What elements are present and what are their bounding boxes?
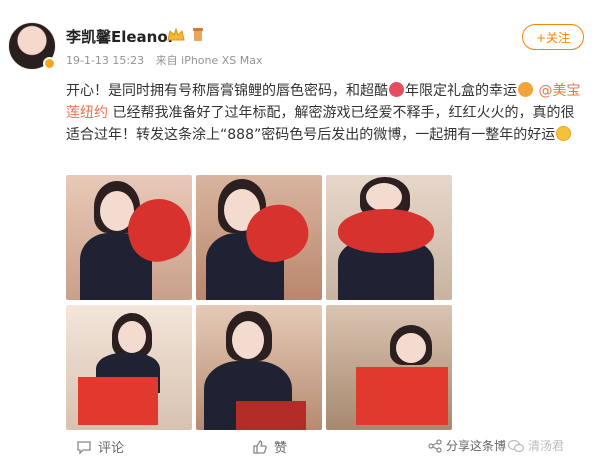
watermark-text: 清汤君 [528,439,565,453]
comment-button[interactable]: 评论 [76,437,124,456]
photo-thumbnail[interactable] [66,305,192,430]
wechat-icon [508,439,524,452]
post-text: 开心！是同时拥有号称唇膏锦鲤的唇色密码，和超酷 年限定礼盒的幸运 @美宝莲纽约 已… [66,80,588,146]
thumbs-up-icon [253,439,267,454]
like-button[interactable]: 赞 [252,437,287,456]
hat-emoji-icon [518,82,533,97]
post-text-part1: 开心！是同时拥有号称唇膏锦鲤的唇色密码，和超酷 [66,83,388,99]
post-text-part3: 已经帮我准备好了过年标配，解密游戏已经爱不释手，红红火火的，真的很适合过年！转发… [66,105,575,143]
username[interactable]: 李凯馨Eleanor [66,26,175,47]
share-icon [428,438,442,453]
bull-emoji-icon [389,82,404,97]
follow-button[interactable]: +关注 [522,24,584,50]
post-source: 来自 iPhone XS Max [155,54,263,67]
photo-thumbnail[interactable] [66,175,192,300]
photo-thumbnail[interactable] [196,305,322,430]
share-label: 分享这条博 [446,439,507,453]
post-time[interactable]: 19-1-13 15:23 [66,54,144,67]
comment-icon [77,440,91,455]
verified-badge-icon [43,57,56,70]
photo-thumbnail[interactable] [326,175,452,300]
post-meta: 19-1-13 15:23 来自 iPhone XS Max [66,52,271,68]
watermark: 清汤君 [508,437,564,454]
comment-label: 评论 [98,441,125,456]
crown-icon [167,27,185,41]
post-footer: 评论 赞 分享这条博 清汤君 [0,437,600,469]
photo-thumbnail[interactable] [326,305,452,430]
share-button[interactable]: 分享这条博 [428,437,506,454]
photo-thumbnail[interactable] [196,175,322,300]
like-label: 赞 [274,441,288,456]
post-text-part2: 年限定礼盒的幸运 [405,83,517,99]
wink-emoji-icon [556,126,572,141]
cup-icon [193,28,203,41]
